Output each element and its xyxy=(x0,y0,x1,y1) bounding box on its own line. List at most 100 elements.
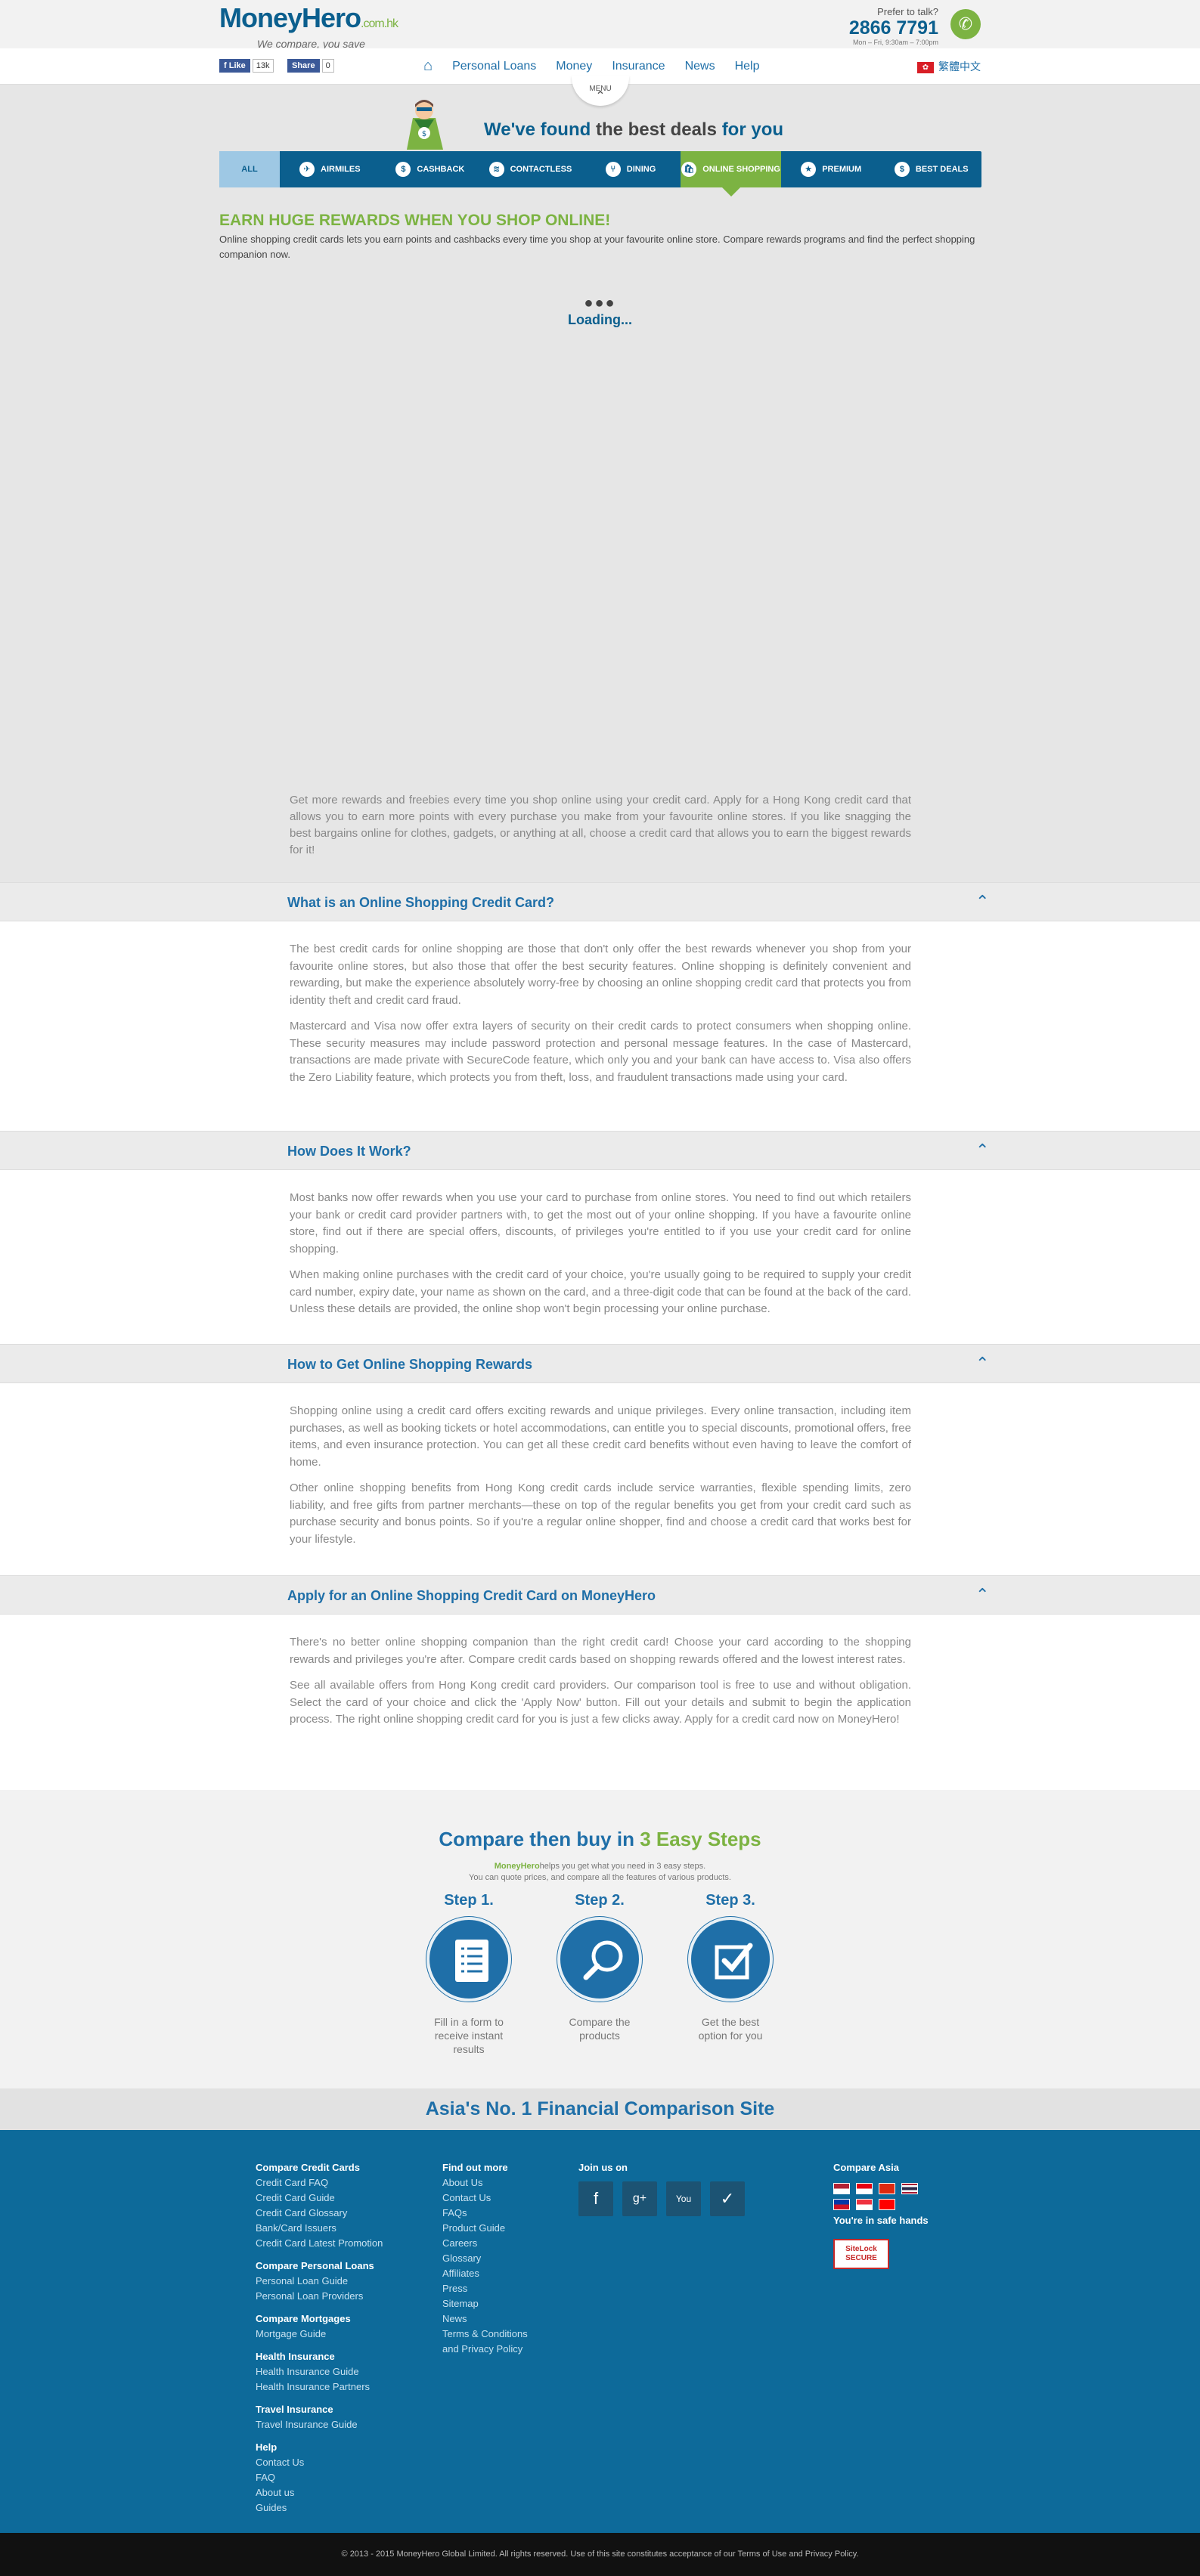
tab-premium[interactable]: ★ PREMIUM xyxy=(781,151,882,187)
chevron-up-icon: ⌃ xyxy=(595,90,606,103)
intro-paragraph: Get more rewards and freebies every time… xyxy=(290,794,911,856)
chevron-up-icon: ⌃ xyxy=(975,1354,990,1373)
like-count: 13k xyxy=(252,59,274,73)
facebook-like-button[interactable]: f Like xyxy=(219,59,250,73)
footer-link[interactable]: Health Insurance Partners xyxy=(256,2379,383,2395)
footer-heading[interactable]: Health Insurance xyxy=(256,2349,383,2364)
footer-link[interactable]: Credit Card Latest Promotion xyxy=(256,2236,383,2251)
category-tabs: ALL ✈ AIRMILES $ CASHBACK ≋ CONTACTLESS ⑂ DI… xyxy=(219,151,981,197)
footer-link[interactable]: Glossary xyxy=(442,2251,528,2266)
footer-link[interactable]: Terms & Conditions xyxy=(442,2327,528,2342)
footer-link[interactable]: Guides xyxy=(256,2500,383,2516)
footer-link[interactable]: Product Guide xyxy=(442,2221,528,2236)
hong-kong-flag-icon: ✿ xyxy=(917,61,934,73)
nav-money[interactable]: Money xyxy=(556,60,592,73)
tab-cashback[interactable]: $ CASHBACK xyxy=(380,151,481,187)
youtube-icon[interactable]: You xyxy=(666,2181,701,2216)
flag-us-icon[interactable] xyxy=(833,2183,850,2194)
footer-link[interactable]: Travel Insurance Guide xyxy=(256,2417,383,2432)
footer-link[interactable]: Contact Us xyxy=(256,2455,383,2470)
step-description: Get the best option for you xyxy=(698,2016,763,2042)
footer-link[interactable]: About Us xyxy=(442,2175,528,2191)
section-paragraph: There's no better online shopping compan… xyxy=(290,1636,911,1666)
footer-link[interactable]: Bank/Card Issuers xyxy=(256,2221,383,2236)
footer-heading[interactable]: Travel Insurance xyxy=(256,2402,383,2417)
nav-help[interactable]: Help xyxy=(735,60,760,73)
nav-personal-loans[interactable]: Personal Loans xyxy=(452,60,536,73)
flag-philippines-icon[interactable] xyxy=(833,2199,850,2210)
section-paragraph: Most banks now offer rewards when you us… xyxy=(290,1191,911,1255)
flag-hk-icon[interactable] xyxy=(879,2183,895,2194)
footer-heading: Compare Asia xyxy=(833,2162,899,2173)
tab-contactless[interactable]: ≋ CONTACTLESS xyxy=(480,151,581,187)
flag-thailand-icon[interactable] xyxy=(901,2183,918,2194)
section-body-how-it-works: Most banks now offer rewards when you us… xyxy=(290,1190,911,1327)
facebook-share[interactable]: Share 0 xyxy=(287,59,334,74)
tab-airmiles[interactable]: ✈ AIRMILES xyxy=(280,151,380,187)
flag-indonesia-icon[interactable] xyxy=(856,2183,873,2194)
footer-heading[interactable]: Compare Mortgages xyxy=(256,2311,383,2327)
footer-link[interactable]: Credit Card Glossary xyxy=(256,2206,383,2221)
tab-label: BEST DEALS xyxy=(915,165,969,174)
footer-link[interactable]: Personal Loan Providers xyxy=(256,2289,383,2304)
blog-icon[interactable]: ✓ xyxy=(710,2181,745,2216)
steps-subtitle: MoneyHerohelps you get what you need in … xyxy=(0,1861,1200,1884)
section-header-what-is[interactable]: What is an Online Shopping Credit Card? ⌃ xyxy=(0,882,1200,921)
footer-link[interactable]: News xyxy=(442,2311,528,2327)
share-button[interactable]: Share xyxy=(287,59,320,73)
section-paragraph: Other online shopping benefits from Hong… xyxy=(290,1482,911,1546)
superhero-mascot-icon: $ xyxy=(407,100,443,150)
footer-link[interactable]: Personal Loan Guide xyxy=(256,2274,383,2289)
phone-icon[interactable]: ✆ xyxy=(950,9,981,39)
footer-link[interactable]: Health Insurance Guide xyxy=(256,2364,383,2379)
section-paragraph: Mastercard and Visa now offer extra laye… xyxy=(290,1020,911,1084)
facebook-icon[interactable]: f xyxy=(578,2181,613,2216)
country-flags xyxy=(833,2183,929,2210)
facebook-like[interactable]: f Like 13k xyxy=(219,59,274,74)
footer-link[interactable]: Careers xyxy=(442,2236,528,2251)
footer-link[interactable]: Contact Us xyxy=(442,2191,528,2206)
facebook-icon: f xyxy=(224,61,229,70)
logo-text: MoneyHero xyxy=(219,2,361,33)
safe-hands-label: You're in safe hands xyxy=(833,2215,929,2226)
footer-heading[interactable]: Help xyxy=(256,2440,383,2455)
footer-link[interactable]: Credit Card Guide xyxy=(256,2191,383,2206)
footer-link[interactable]: Press xyxy=(442,2281,528,2296)
tab-all[interactable]: ALL xyxy=(219,151,280,187)
nav-news[interactable]: News xyxy=(685,60,715,73)
sitelock-badge[interactable]: SiteLock SECURE xyxy=(833,2239,889,2269)
google-plus-icon[interactable]: g+ xyxy=(622,2181,657,2216)
footer-heading[interactable]: Compare Credit Cards xyxy=(256,2160,383,2175)
section-body-apply: There's no better online shopping compan… xyxy=(290,1634,911,1738)
tab-online-shopping[interactable]: 🛍 ONLINE SHOPPING xyxy=(681,151,781,197)
section-title: What is an Online Shopping Credit Card? xyxy=(287,895,555,910)
footer-link[interactable]: FAQs xyxy=(442,2206,528,2221)
logo[interactable]: MoneyHero.com.hk We compare, you save xyxy=(219,2,398,51)
prefer-to-talk: Prefer to talk? xyxy=(877,6,938,17)
footer-link[interactable]: and Privacy Policy xyxy=(442,2342,528,2357)
tab-best-deals[interactable]: $ BEST DEALS xyxy=(881,151,981,187)
tab-dining[interactable]: ⑂ DINING xyxy=(581,151,681,187)
footer-heading[interactable]: Compare Personal Loans xyxy=(256,2259,383,2274)
phone-number[interactable]: 2866 7791 xyxy=(849,17,938,39)
nav-insurance[interactable]: Insurance xyxy=(612,60,665,73)
footer-link[interactable]: About us xyxy=(256,2485,383,2500)
footer-link[interactable]: Mortgage Guide xyxy=(256,2327,383,2342)
step-3: Step 3. Get the best option for you xyxy=(670,1892,791,2042)
section-header-how-it-works[interactable]: How Does It Work? ⌃ xyxy=(0,1131,1200,1170)
tab-label: PREMIUM xyxy=(822,165,862,174)
language-switch[interactable]: ✿ 繁體中文 xyxy=(917,59,981,74)
footer-link[interactable]: Sitemap xyxy=(442,2296,528,2311)
footer-link[interactable]: Affiliates xyxy=(442,2266,528,2281)
flag-taiwan-icon[interactable] xyxy=(879,2199,895,2210)
steps-title: Compare then buy in 3 Easy Steps xyxy=(0,1828,1200,1851)
tab-label: AIRMILES xyxy=(321,165,361,174)
footer-link[interactable]: FAQ xyxy=(256,2470,383,2485)
footer-link[interactable]: Credit Card FAQ xyxy=(256,2175,383,2191)
section-title: How Does It Work? xyxy=(287,1144,411,1159)
home-icon[interactable]: ⌂ xyxy=(423,57,433,75)
section-paragraph: See all available offers from Hong Kong … xyxy=(290,1679,911,1726)
flag-singapore-icon[interactable] xyxy=(856,2199,873,2210)
section-header-rewards[interactable]: How to Get Online Shopping Rewards ⌃ xyxy=(0,1344,1200,1383)
section-header-apply[interactable]: Apply for an Online Shopping Credit Card… xyxy=(0,1575,1200,1615)
